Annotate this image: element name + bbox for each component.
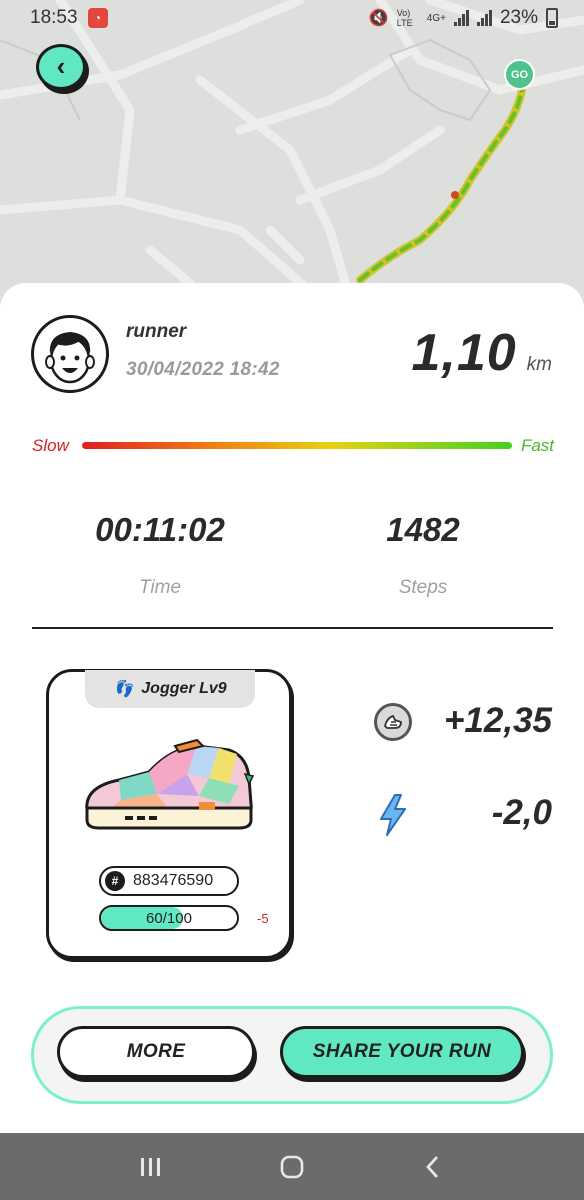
avatar-face-icon <box>45 332 95 384</box>
steps-stat: 1482 Steps <box>293 511 553 599</box>
home-icon <box>280 1155 304 1178</box>
distance-display: 1,10 km <box>411 323 552 383</box>
volte-label: Vo) LTE <box>396 8 413 28</box>
speed-gradient-bar <box>82 442 512 449</box>
back-button[interactable]: ‹ <box>36 44 86 90</box>
coin-reward-value: +12,35 <box>443 701 552 740</box>
network-label: 4G+ <box>426 12 446 24</box>
durability-bar: 60/100 <box>99 905 239 931</box>
energy-bolt-icon <box>380 794 406 836</box>
durability-delta: -5 <box>257 911 269 926</box>
speed-fast-label: Fast <box>520 436 554 455</box>
sneaker-id: 883476590 <box>133 872 214 889</box>
share-run-button[interactable]: SHARE YOUR RUN <box>280 1026 524 1078</box>
run-summary-sheet: runner 30/04/2022 18:42 1,10 km Slow Fas… <box>0 283 584 1133</box>
recent-apps-icon <box>140 1157 160 1176</box>
route-map[interactable]: GO <box>0 0 584 320</box>
battery-percent: 23% <box>499 7 538 28</box>
time-stat: 00:11:02 Time <box>30 511 290 599</box>
coin-reward: +12,35 <box>444 701 552 741</box>
footprints-icon: 👣 <box>113 681 134 698</box>
energy-reward: -2,0 <box>492 793 552 833</box>
time-label: Time <box>138 577 182 598</box>
energy-reward-value: -2,0 <box>491 793 552 832</box>
steps-label: Steps <box>398 577 448 598</box>
back-arrow-icon: ‹ <box>56 50 66 81</box>
system-back-button[interactable] <box>403 1147 463 1187</box>
sneaker-level-tab: 👣 Jogger Lv9 <box>85 670 255 708</box>
more-button[interactable]: MORE <box>57 1026 255 1078</box>
action-buttons: MORE SHARE YOUR RUN <box>31 1006 553 1104</box>
username: runner <box>126 321 187 342</box>
coin-icon <box>374 703 412 741</box>
signal-icon <box>453 10 469 26</box>
time-value: 00:11:02 <box>95 511 225 548</box>
home-button[interactable] <box>262 1147 322 1187</box>
run-datetime: 30/04/2022 18:42 <box>126 359 280 380</box>
durability-text: 60/100 <box>146 910 192 927</box>
distance-unit: km <box>526 354 552 375</box>
sneaker-card[interactable]: 👣 Jogger Lv9 # 883476590 60/100 -5 <box>46 669 292 959</box>
start-marker: GO <box>504 59 535 90</box>
divider <box>32 627 553 629</box>
hash-icon: # <box>105 871 125 891</box>
chevron-left-icon <box>426 1155 439 1178</box>
avatar[interactable] <box>31 315 109 393</box>
distance-value: 1,10 <box>411 324 517 382</box>
steps-value: 1482 <box>386 511 460 548</box>
speed-legend: Slow Fast <box>32 433 554 459</box>
sneaker-id-pill: # 883476590 <box>99 866 239 896</box>
map-streets <box>0 0 584 305</box>
sneaker-level: Jogger Lv9 <box>141 680 227 697</box>
status-bar: 18:53 ◔ 🔇 Vo) LTE 4G+ 23% <box>0 0 584 36</box>
recent-apps-button[interactable] <box>121 1147 181 1187</box>
system-nav-bar <box>0 1133 584 1200</box>
signal-icon-2 <box>476 10 492 26</box>
mute-icon: 🔇 <box>368 10 389 27</box>
speed-slow-label: Slow <box>32 436 69 455</box>
status-time: 18:53 <box>30 7 78 28</box>
sneaker-image <box>85 738 255 830</box>
app-notification-icon: ◔ <box>87 8 108 28</box>
battery-icon <box>546 8 558 28</box>
